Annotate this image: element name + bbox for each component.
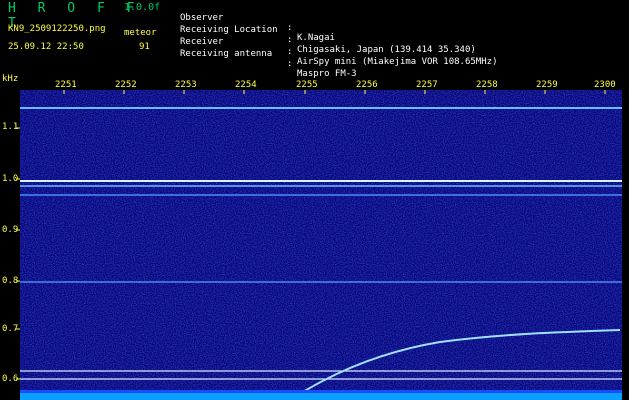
- info-value: AirSpy mini (Miakejima VOR 108.65MHz): [297, 57, 498, 67]
- info-separator: :: [287, 23, 293, 33]
- x-tick-label: 2252: [115, 80, 137, 90]
- header-left: H R O F F T 1.0.0f KN9_2509122250.png me…: [0, 0, 160, 72]
- meteor-count-label: meteor: [124, 28, 157, 38]
- file-name: KN9_2509122250.png: [8, 24, 106, 34]
- x-tick-label: 2254: [235, 80, 257, 90]
- timestamp: 25.09.12 22:50: [8, 42, 84, 52]
- x-tick-label: 2258: [476, 80, 498, 90]
- app-version: 1.0.0f: [124, 2, 161, 13]
- x-tick-label: 2300: [594, 80, 616, 90]
- x-tick-label: 2256: [356, 80, 378, 90]
- info-separator: :: [287, 47, 293, 57]
- info-separator: :: [287, 59, 293, 69]
- info-key: Receiving antenna: [180, 49, 273, 59]
- spectrogram: [20, 90, 622, 400]
- y-axis-unit: kHz: [2, 74, 19, 84]
- info-value: Maspro FM-3: [297, 69, 357, 79]
- info-separator: :: [287, 35, 293, 45]
- x-tick-label: 2251: [55, 80, 77, 90]
- bottom-noise-band: [20, 390, 622, 400]
- meteor-count: 91: [139, 42, 150, 52]
- info-value: K.Nagai: [297, 33, 335, 43]
- x-tick-label: 2257: [416, 80, 438, 90]
- info-value: Chigasaki, Japan (139.414 35.340): [297, 45, 476, 55]
- x-tick-label: 2253: [175, 80, 197, 90]
- spectrogram-noise: [20, 90, 622, 400]
- x-tick-label: 2255: [296, 80, 318, 90]
- x-tick-label: 2259: [536, 80, 558, 90]
